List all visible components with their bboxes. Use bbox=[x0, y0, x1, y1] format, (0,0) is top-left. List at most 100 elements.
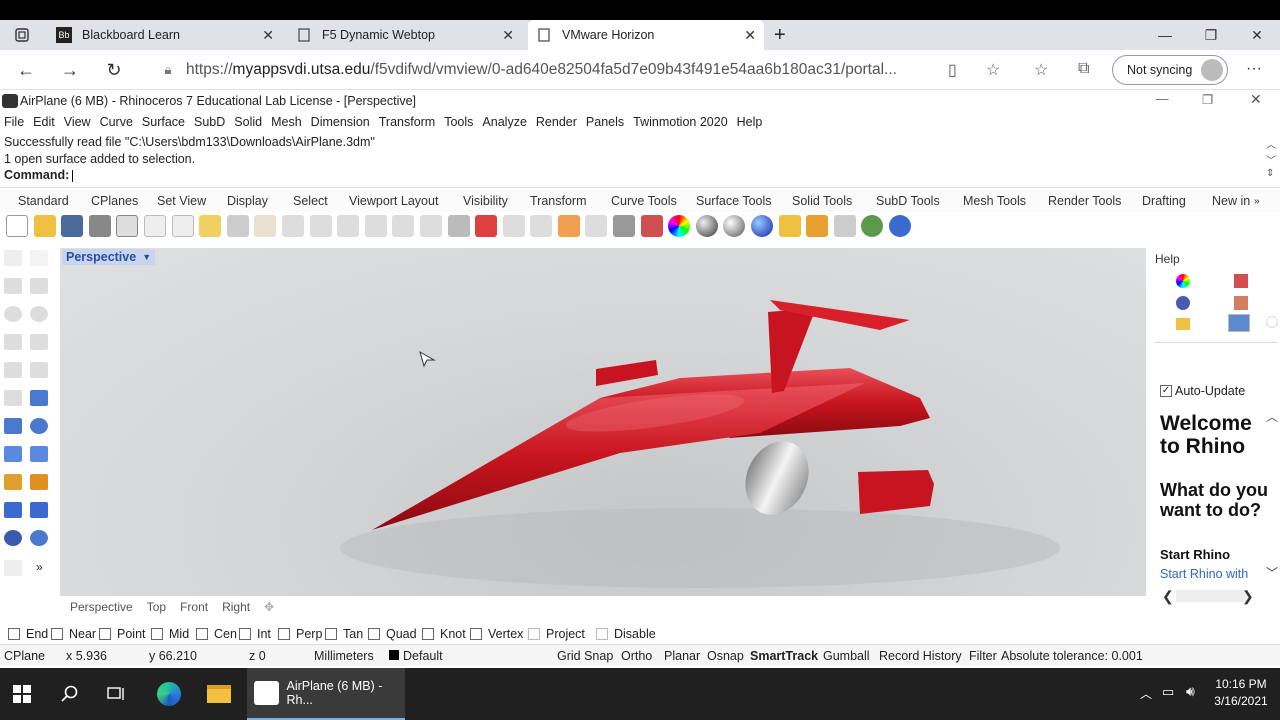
scroll-up-icon[interactable]: ︿ bbox=[1266, 408, 1278, 425]
tab-set-view[interactable]: Set View bbox=[157, 194, 206, 208]
tab-subd-tools[interactable]: SubD Tools bbox=[876, 194, 940, 208]
osnap-point[interactable]: Point bbox=[99, 627, 146, 641]
osnap-quad[interactable]: Quad bbox=[368, 627, 417, 641]
command-scroll-icon[interactable]: ⇕ bbox=[1266, 168, 1274, 179]
close-icon[interactable]: ✕ bbox=[744, 27, 756, 44]
checkbox[interactable] bbox=[368, 628, 380, 640]
viewport-tab-front[interactable]: Front bbox=[180, 600, 208, 614]
osnap-toggle[interactable]: Osnap bbox=[707, 649, 744, 663]
snap-icon[interactable] bbox=[530, 215, 553, 237]
explode-icon[interactable] bbox=[4, 474, 22, 490]
ortho-toggle[interactable]: Ortho bbox=[621, 649, 652, 663]
gumball-toggle[interactable]: Gumball bbox=[823, 649, 870, 663]
undo-icon[interactable] bbox=[226, 215, 249, 237]
tab-transform[interactable]: Transform bbox=[530, 194, 587, 208]
brush-icon[interactable] bbox=[1234, 296, 1248, 310]
restore-icon[interactable]: ❐ bbox=[1188, 20, 1234, 50]
checkbox[interactable] bbox=[470, 628, 482, 640]
surface-icon[interactable] bbox=[30, 390, 48, 406]
horizontal-scrollbar[interactable] bbox=[1176, 590, 1248, 602]
osnap-mid[interactable]: Mid bbox=[151, 627, 189, 641]
checkbox[interactable] bbox=[151, 628, 163, 640]
osnap-int[interactable]: Int bbox=[239, 627, 271, 641]
checkbox[interactable] bbox=[596, 628, 608, 640]
osnap-tan[interactable]: Tan bbox=[325, 627, 363, 641]
task-view-icon[interactable] bbox=[100, 678, 132, 710]
curve-icon[interactable] bbox=[30, 278, 48, 294]
refresh-icon[interactable]: ↻ bbox=[102, 58, 126, 82]
restore-icon[interactable]: ❐ bbox=[1202, 92, 1213, 107]
folder-icon[interactable] bbox=[1176, 318, 1190, 330]
cage-edit-icon[interactable] bbox=[30, 530, 48, 546]
boolean-icon[interactable] bbox=[30, 418, 48, 434]
open-file-icon[interactable] bbox=[33, 215, 56, 237]
close-icon[interactable]: ✕ bbox=[1250, 91, 1262, 108]
tab-f5-webtop[interactable]: F5 Dynamic Webtop ✕ bbox=[290, 20, 522, 50]
polyline-icon[interactable] bbox=[4, 278, 22, 294]
points-icon[interactable] bbox=[557, 215, 580, 237]
tab-visibility[interactable]: Visibility bbox=[463, 194, 508, 208]
layers-icon[interactable] bbox=[1234, 274, 1248, 288]
menu-panels[interactable]: Panels bbox=[586, 115, 624, 129]
scroll-up-icon[interactable]: ︿ bbox=[1266, 136, 1276, 151]
menu-twinmotion[interactable]: Twinmotion 2020 bbox=[633, 115, 728, 129]
copy-icon[interactable] bbox=[171, 215, 194, 237]
grasshopper-layout-icon[interactable] bbox=[833, 215, 856, 237]
export-icon[interactable] bbox=[116, 215, 139, 237]
fillet-curve-icon[interactable] bbox=[30, 362, 48, 378]
tab-mesh-tools[interactable]: Mesh Tools bbox=[963, 194, 1026, 208]
minimize-icon[interactable]: — bbox=[1156, 92, 1169, 106]
forward-icon[interactable]: → bbox=[58, 58, 82, 82]
perspective-viewport[interactable]: Perspective ▼ bbox=[60, 248, 1146, 596]
url-field[interactable]: https://myappsvdi.utsa.edu/f5vdifwd/vmvi… bbox=[186, 61, 897, 79]
checkbox[interactable] bbox=[528, 628, 540, 640]
system-clock[interactable]: 10:16 PM 3/16/2021 bbox=[1212, 676, 1270, 710]
checkbox[interactable] bbox=[99, 628, 111, 640]
paste-icon[interactable] bbox=[199, 215, 222, 237]
menu-render[interactable]: Render bbox=[536, 115, 577, 129]
close-icon[interactable]: ✕ bbox=[1234, 20, 1280, 50]
offset-curve-icon[interactable] bbox=[4, 390, 22, 406]
checkbox[interactable] bbox=[8, 628, 20, 640]
edge-browser-icon[interactable] bbox=[153, 678, 185, 710]
checkbox[interactable] bbox=[278, 628, 290, 640]
new-tab-button[interactable]: + bbox=[774, 20, 794, 50]
transform-move-icon[interactable] bbox=[4, 502, 22, 518]
record-history-toggle[interactable]: Record History bbox=[879, 649, 962, 663]
search-icon[interactable] bbox=[54, 678, 86, 710]
file-explorer-icon[interactable] bbox=[203, 678, 235, 710]
select-arrow-icon[interactable] bbox=[4, 250, 22, 266]
render-sphere-icon[interactable] bbox=[695, 215, 718, 237]
help-icon[interactable] bbox=[889, 215, 911, 237]
volume-icon[interactable]: 🔊︎ bbox=[1186, 683, 1195, 700]
menu-view[interactable]: View bbox=[64, 115, 91, 129]
osnap-vertex[interactable]: Vertex bbox=[470, 627, 523, 641]
tab-vmware-horizon[interactable]: VMware Horizon ✕ bbox=[528, 20, 764, 50]
minimize-icon[interactable]: — bbox=[1142, 20, 1188, 50]
collections-icon[interactable]: ⧉ bbox=[1078, 60, 1089, 78]
tab-viewport-layout[interactable]: Viewport Layout bbox=[349, 194, 438, 208]
four-viewports-icon[interactable] bbox=[447, 215, 470, 237]
checkbox[interactable] bbox=[422, 628, 434, 640]
auto-update-checkbox[interactable]: ✓ Auto-Update bbox=[1160, 384, 1245, 398]
filter-toggle[interactable]: Filter bbox=[969, 649, 997, 663]
undo-view-icon[interactable] bbox=[419, 215, 442, 237]
units-label[interactable]: Millimeters bbox=[314, 649, 374, 663]
osnap-perp[interactable]: Perp bbox=[278, 627, 322, 641]
menu-analyze[interactable]: Analyze bbox=[482, 115, 526, 129]
menu-file[interactable]: File bbox=[4, 115, 24, 129]
menu-tools[interactable]: Tools bbox=[444, 115, 473, 129]
array-icon[interactable] bbox=[30, 502, 48, 518]
zoom-icon[interactable] bbox=[309, 215, 332, 237]
osnap-end[interactable]: End bbox=[8, 627, 48, 641]
profile-button[interactable]: Not syncing bbox=[1112, 55, 1228, 85]
checkbox[interactable] bbox=[51, 628, 63, 640]
grasshopper-icon[interactable] bbox=[861, 215, 884, 237]
clipboard-icon[interactable]: ▯ bbox=[948, 60, 957, 80]
circle-icon[interactable] bbox=[4, 306, 22, 322]
rotate-view-icon[interactable] bbox=[281, 215, 304, 237]
save-icon[interactable] bbox=[61, 215, 84, 237]
light-bulb-icon[interactable] bbox=[585, 215, 608, 237]
menu-edit[interactable]: Edit bbox=[33, 115, 55, 129]
polygon-icon[interactable] bbox=[4, 362, 22, 378]
